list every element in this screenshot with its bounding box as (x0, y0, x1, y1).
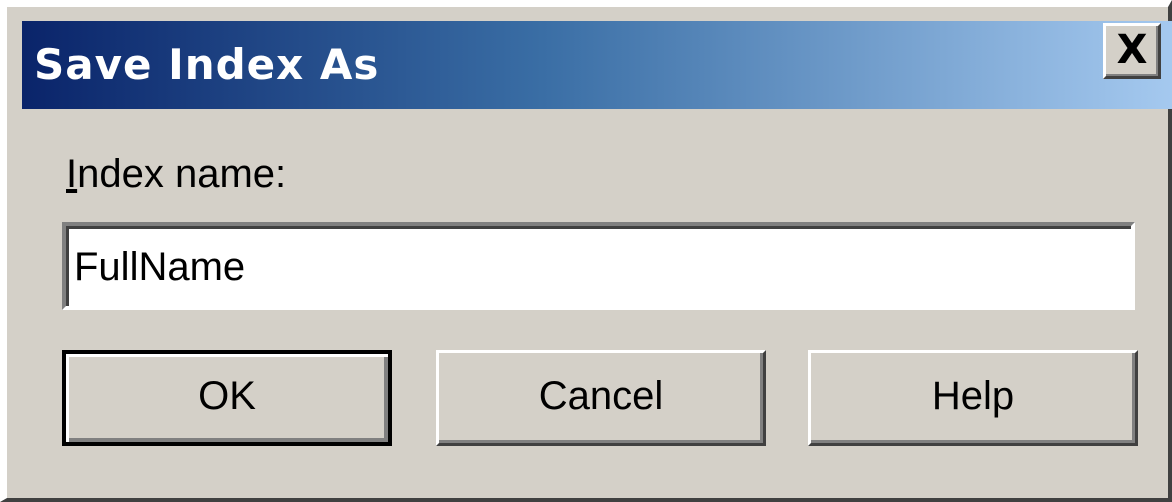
ok-button[interactable]: OK (62, 350, 392, 446)
help-button[interactable]: Help (808, 350, 1138, 446)
index-name-field-frame (62, 222, 1135, 310)
close-icon: X (1116, 27, 1148, 73)
index-name-label-text: ndex name: (77, 152, 287, 196)
title-bar[interactable]: Save Index As (22, 21, 1172, 109)
index-name-label: Index name: (66, 152, 286, 197)
cancel-button[interactable]: Cancel (436, 350, 766, 446)
index-name-input[interactable] (72, 232, 1124, 302)
index-name-label-access-key: I (66, 152, 78, 196)
dialog-title: Save Index As (34, 40, 380, 89)
close-button[interactable]: X (1103, 23, 1161, 79)
